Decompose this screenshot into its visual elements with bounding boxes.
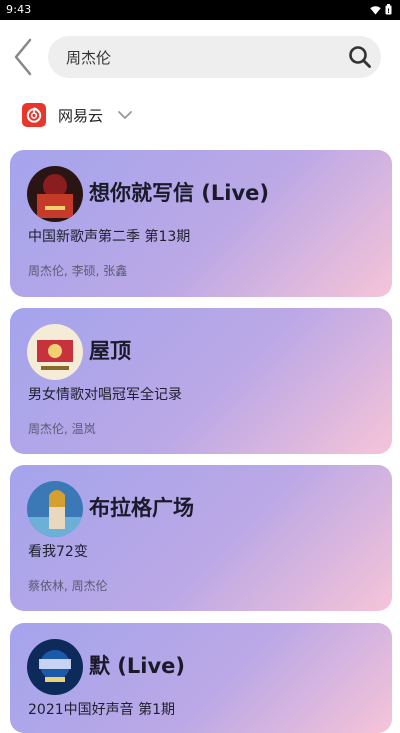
song-card[interactable]: 默 (Live) 2021中国好声音 第1期 bbox=[10, 623, 392, 733]
album-cover bbox=[27, 324, 83, 380]
album-name: 中国新歌声第二季 第13期 bbox=[28, 229, 191, 245]
song-card[interactable]: 布拉格广场 看我72变 蔡依林, 周杰伦 bbox=[10, 465, 392, 611]
back-arrow-icon bbox=[14, 38, 32, 76]
status-bar: 9:43 ! bbox=[0, 0, 400, 20]
chevron-down-icon bbox=[118, 111, 132, 119]
status-icons: ! bbox=[370, 4, 392, 15]
wifi-icon bbox=[370, 5, 381, 14]
album-name: 看我72变 bbox=[28, 544, 88, 560]
status-time: 9:43 bbox=[6, 3, 32, 16]
source-selector[interactable]: 网易云 bbox=[22, 102, 133, 128]
song-card[interactable]: 想你就写信 (Live) 中国新歌声第二季 第13期 周杰伦, 李硕, 张鑫 bbox=[10, 150, 392, 297]
song-title: 想你就写信 (Live) bbox=[89, 181, 270, 205]
song-title: 屋顶 bbox=[89, 339, 131, 363]
album-name: 男女情歌对唱冠军全记录 bbox=[28, 387, 182, 403]
song-card[interactable]: 屋顶 男女情歌对唱冠军全记录 周杰伦, 温岚 bbox=[10, 308, 392, 454]
search-input[interactable] bbox=[66, 36, 326, 78]
artist-names: 周杰伦, 温岚 bbox=[28, 422, 96, 436]
album-cover bbox=[27, 166, 83, 222]
song-title: 布拉格广场 bbox=[89, 496, 194, 520]
back-button[interactable] bbox=[8, 36, 38, 78]
netease-music-logo bbox=[22, 103, 46, 127]
album-cover bbox=[27, 639, 83, 695]
source-label: 网易云 bbox=[58, 106, 104, 125]
svg-text:!: ! bbox=[387, 8, 390, 15]
album-name: 2021中国好声音 第1期 bbox=[28, 702, 175, 718]
artist-names: 周杰伦, 李硕, 张鑫 bbox=[28, 264, 128, 278]
search-icon[interactable] bbox=[348, 45, 372, 69]
album-cover bbox=[27, 481, 83, 537]
song-title: 默 (Live) bbox=[89, 654, 186, 678]
search-box[interactable] bbox=[48, 36, 381, 78]
battery-icon: ! bbox=[385, 4, 392, 15]
artist-names: 蔡依林, 周杰伦 bbox=[28, 579, 108, 593]
